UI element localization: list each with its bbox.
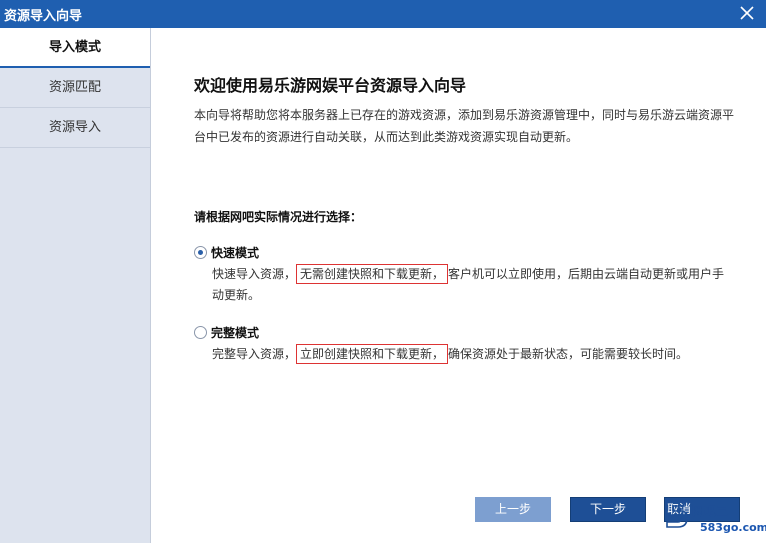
next-button[interactable]: 下一步 (570, 497, 646, 522)
fast-desc-prefix: 快速导入资源， (212, 267, 297, 281)
full-mode-radio[interactable] (194, 325, 207, 339)
full-mode-option: 完整模式 完整导入资源， 立即创建快照和下载更新， 确保资源处于最新状态，可能需要较… (194, 322, 734, 365)
full-desc-prefix: 完整导入资源， (212, 347, 297, 361)
fast-mode-label[interactable]: 快速模式 (211, 244, 259, 261)
site-watermark: 网吧三 583go.com (660, 495, 766, 539)
watermark-logo-icon (666, 500, 688, 528)
watermark-partial-text: 网吧三 (692, 504, 729, 518)
fast-mode-radio-row[interactable]: 快速模式 (194, 242, 734, 262)
watermark-text: 583go.com (700, 521, 766, 534)
fast-desc-highlight: 无需创建快照和下载更新， (296, 264, 449, 284)
fast-mode-option: 快速模式 快速导入资源， 无需创建快照和下载更新， 客户机可以立即使用，后期由云端自… (194, 242, 734, 306)
fast-mode-description: 快速导入资源， 无需创建快照和下载更新， 客户机可以立即使用，后期由云端自动更新或用… (212, 264, 732, 306)
wizard-content: 欢迎使用易乐游网娱平台资源导入向导 本向导将帮助您将本服务器上已存在的游戏资源，… (152, 28, 766, 543)
selection-prompt: 请根据网吧实际情况进行选择： (194, 210, 363, 224)
close-icon[interactable] (736, 2, 758, 24)
previous-button[interactable]: 上一步 (475, 497, 551, 522)
page-title: 欢迎使用易乐游网娱平台资源导入向导 (194, 76, 467, 95)
intro-text: 本向导将帮助您将本服务器上已存在的游戏资源，添加到易乐游资源管理中，同时与易乐游… (194, 108, 735, 144)
wizard-steps-sidebar: 导入模式 资源匹配 资源导入 (0, 28, 151, 543)
full-mode-description: 完整导入资源， 立即创建快照和下载更新， 确保资源处于最新状态，可能需要较长时间。 (212, 344, 732, 365)
title-bar: 资源导入向导 (0, 0, 766, 28)
window-title: 资源导入向导 (4, 9, 83, 24)
full-mode-radio-row[interactable]: 完整模式 (194, 322, 734, 342)
full-mode-label[interactable]: 完整模式 (211, 324, 259, 341)
full-desc-highlight: 立即创建快照和下载更新， (296, 344, 449, 364)
step-resource-match[interactable]: 资源匹配 (0, 68, 150, 108)
fast-mode-radio[interactable] (194, 245, 207, 259)
step-import-mode[interactable]: 导入模式 (0, 28, 150, 68)
full-desc-suffix: 确保资源处于最新状态，可能需要较长时间。 (448, 347, 689, 361)
step-resource-import[interactable]: 资源导入 (0, 108, 150, 148)
